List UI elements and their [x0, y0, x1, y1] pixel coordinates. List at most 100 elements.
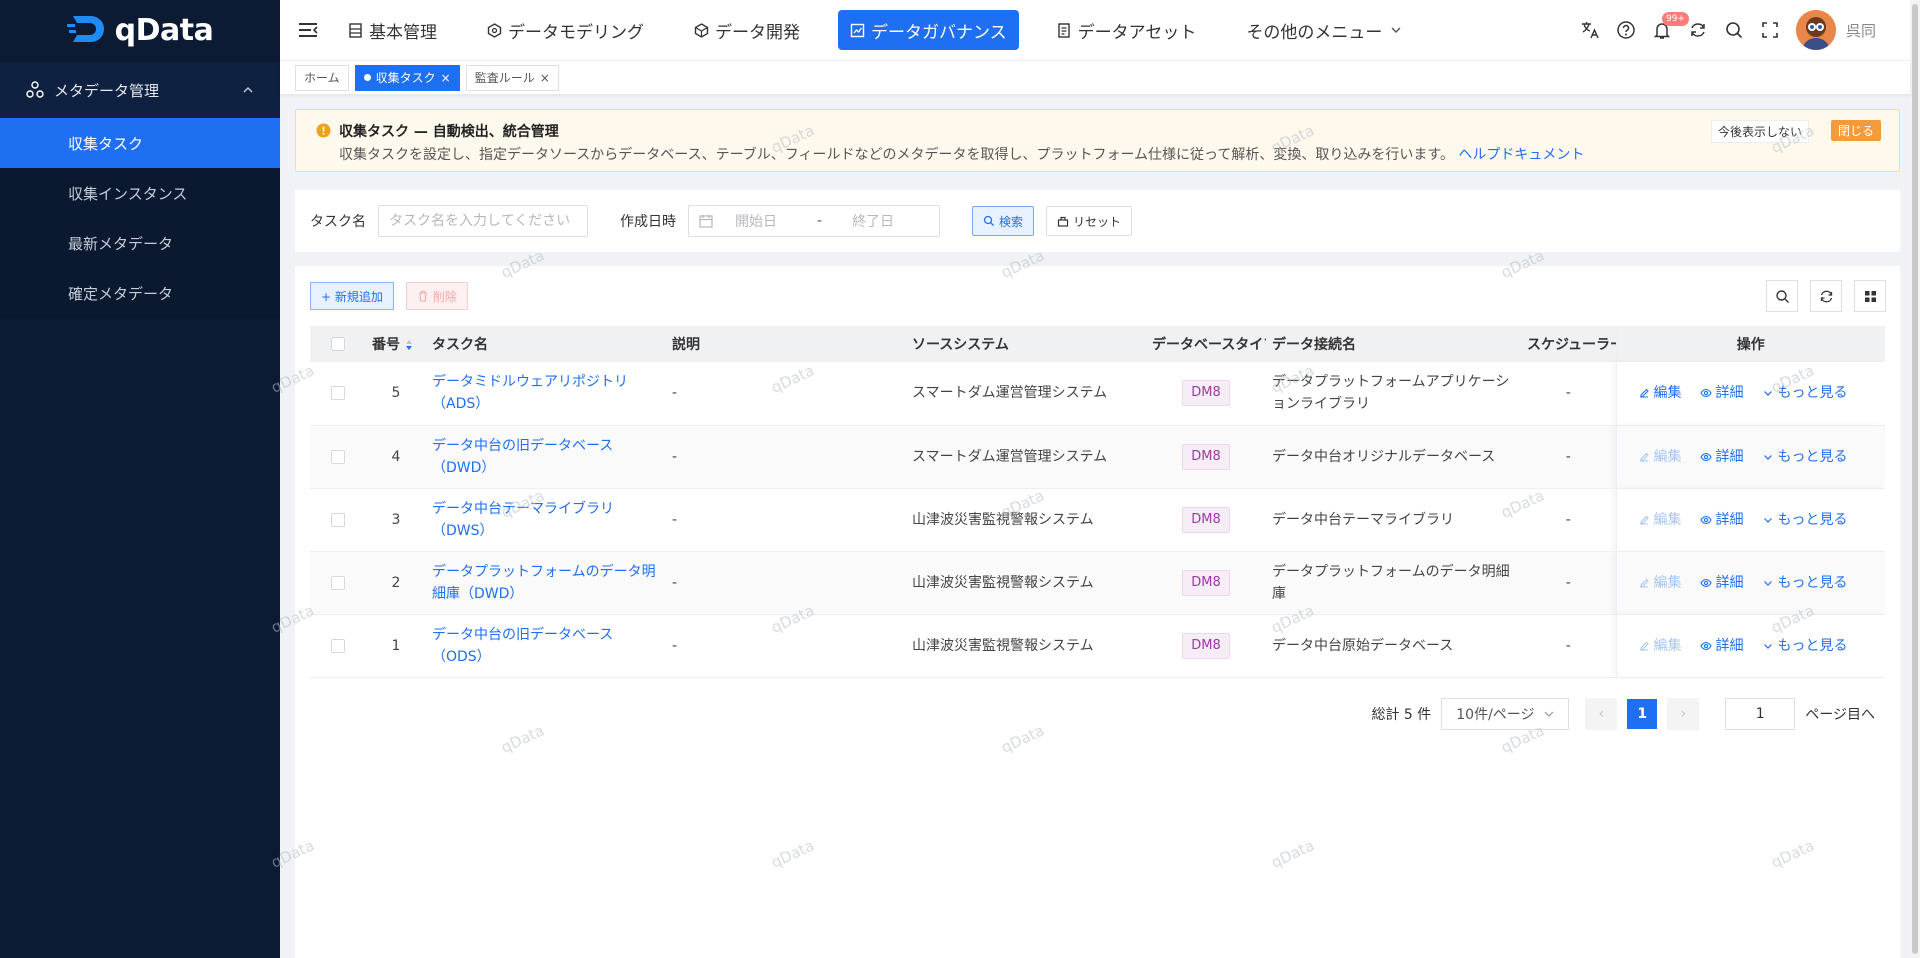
menu-group-metadata[interactable]: メタデータ管理 [0, 62, 280, 118]
nav-basic-management[interactable]: 基本管理 [336, 10, 449, 50]
task-name-link[interactable]: データプラットフォームのデータ明細庫（DWD） [432, 564, 656, 602]
cell-ops: 編集 詳細 もっと見る [1615, 551, 1885, 615]
search-panel: タスク名 作成日時 開始日 - 終了日 検索 リセット [295, 190, 1900, 252]
notice-description: 収集タスクを設定し、指定データソースからデータベース、テーブル、フィールドなどの… [339, 144, 1584, 164]
nav-data-asset[interactable]: データアセット [1045, 10, 1209, 50]
cell-dbtype: DM8 [1146, 488, 1266, 552]
page-number-current[interactable]: 1 [1627, 699, 1658, 729]
edit-label: 編集 [1653, 448, 1682, 465]
sidebar-item-confirmed-metadata[interactable]: 確定メタデータ [0, 268, 280, 318]
detail-button[interactable]: 詳細 [1699, 446, 1744, 468]
menu-fold-icon[interactable] [298, 22, 318, 38]
toggle-search-button[interactable] [1766, 280, 1798, 312]
row-checkbox[interactable] [331, 575, 345, 590]
more-label: もっと見る [1777, 574, 1848, 591]
edit-button[interactable]: 編集 [1638, 446, 1682, 468]
detail-button[interactable]: 詳細 [1699, 509, 1744, 531]
detail-button[interactable]: 詳細 [1699, 635, 1744, 657]
sort-icon[interactable] [405, 339, 413, 351]
cell-conn: データ中台オリジナルデータベース [1266, 425, 1521, 489]
nav-data-governance[interactable]: データガバナンス [838, 10, 1019, 50]
edit-button[interactable]: 編集 [1638, 572, 1682, 594]
cell-desc: - [666, 425, 906, 489]
fullscreen-icon[interactable] [1760, 20, 1780, 40]
search-icon[interactable] [1724, 20, 1744, 40]
header-no[interactable]: 番号 [366, 326, 426, 362]
sidebar-item-label: 確定メタデータ [68, 284, 174, 303]
row-checkbox[interactable] [331, 638, 345, 653]
eye-icon [1699, 452, 1712, 461]
delete-button[interactable]: 削除 [405, 282, 468, 310]
row-actions: 編集 詳細 もっと見る [1623, 446, 1880, 468]
column-settings-button[interactable] [1854, 280, 1886, 312]
logo[interactable]: qData [0, 0, 280, 60]
page-jump-input[interactable]: 1 [1725, 698, 1796, 730]
tab-home[interactable]: ホーム [295, 64, 349, 91]
notice-close-button[interactable]: 閉じる [1830, 120, 1881, 141]
dont-show-again-button[interactable]: 今後表示しない [1710, 120, 1809, 143]
close-icon[interactable]: × [540, 71, 550, 85]
more-button[interactable]: もっと見る [1762, 635, 1848, 657]
scrollbar-thumb[interactable] [1912, 4, 1918, 954]
avatar[interactable] [1795, 10, 1836, 50]
more-button[interactable]: もっと見る [1762, 572, 1848, 594]
page-scrollbar[interactable] [1910, 0, 1920, 958]
end-date-placeholder[interactable]: 終了日 [852, 211, 894, 231]
task-name-link[interactable]: データ中台テーマライブラリ（DWS） [432, 501, 614, 539]
nav-label: データ開発 [715, 22, 800, 43]
row-checkbox[interactable] [331, 449, 345, 464]
nav-more-menu[interactable]: その他のメニュー [1234, 10, 1414, 50]
edit-button[interactable]: 編集 [1638, 382, 1682, 404]
table-refresh-button[interactable] [1810, 280, 1842, 312]
more-button[interactable]: もっと見る [1762, 509, 1848, 531]
task-name-link[interactable]: データミドルウェアリポジトリ（ADS） [432, 374, 628, 412]
nav-data-modeling[interactable]: データモデリング [475, 10, 656, 50]
header-label: 番号 [372, 337, 400, 353]
task-name-input[interactable] [378, 205, 588, 237]
help-doc-link[interactable]: ヘルプドキュメント [1458, 147, 1584, 163]
sidebar-item-collect-instance[interactable]: 収集インスタンス [0, 168, 280, 218]
add-button[interactable]: + 新規追加 [310, 282, 394, 310]
select-all-checkbox[interactable] [331, 337, 345, 351]
nav-label: 基本管理 [369, 22, 437, 43]
cell-conn: データ中台原始データベース [1266, 614, 1521, 678]
close-icon[interactable]: × [441, 71, 451, 85]
search-button[interactable]: 検索 [972, 206, 1035, 236]
sidebar-item-collect-task[interactable]: 収集タスク [0, 118, 280, 168]
task-name-link[interactable]: データ中台の旧データベース（DWD） [432, 438, 613, 476]
reset-button[interactable]: リセット [1046, 206, 1133, 236]
detail-button[interactable]: 詳細 [1699, 572, 1744, 594]
pagination: 総計 5 件 10件/ページ ‹ 1 › 1 ページ目へ [1371, 698, 1875, 730]
tab-collect-task[interactable]: 収集タスク × [354, 64, 460, 91]
detail-button[interactable]: 詳細 [1699, 382, 1744, 404]
cell-source: スマートダム運営管理システム [906, 425, 1146, 489]
row-checkbox[interactable] [331, 386, 345, 401]
dbtype-tag: DM8 [1182, 506, 1230, 533]
sidebar-item-label: 収集タスク [68, 134, 144, 153]
translate-icon[interactable] [1580, 20, 1600, 40]
edit-button[interactable]: 編集 [1638, 509, 1682, 531]
more-label: もっと見る [1777, 385, 1848, 402]
username[interactable]: 呉同 [1846, 20, 1876, 41]
help-icon[interactable] [1616, 20, 1636, 40]
date-range-picker[interactable]: 開始日 - 終了日 [688, 205, 940, 237]
edit-label: 編集 [1653, 637, 1682, 654]
start-date-placeholder[interactable]: 開始日 [735, 211, 777, 231]
sidebar-item-latest-metadata[interactable]: 最新メタデータ [0, 218, 280, 268]
task-name-link[interactable]: データ中台の旧データベース（ODS） [432, 627, 613, 665]
cell-no: 4 [366, 425, 426, 489]
tab-audit-rule[interactable]: 監査ルール × [465, 64, 559, 91]
task-name-label: タスク名 [310, 214, 366, 230]
refresh-icon[interactable] [1688, 20, 1708, 40]
more-button[interactable]: もっと見る [1762, 382, 1848, 404]
more-label: もっと見る [1777, 637, 1848, 654]
cell-no: 3 [366, 488, 426, 552]
nav-data-development[interactable]: データ開発 [682, 10, 812, 50]
prev-page-button[interactable]: ‹ [1585, 698, 1618, 730]
more-button[interactable]: もっと見る [1762, 446, 1848, 468]
row-checkbox[interactable] [331, 512, 345, 527]
notification-button[interactable]: 99+ [1652, 12, 1689, 40]
next-page-button[interactable]: › [1667, 698, 1700, 730]
edit-button[interactable]: 編集 [1638, 635, 1682, 657]
page-size-select[interactable]: 10件/ページ [1441, 698, 1570, 730]
